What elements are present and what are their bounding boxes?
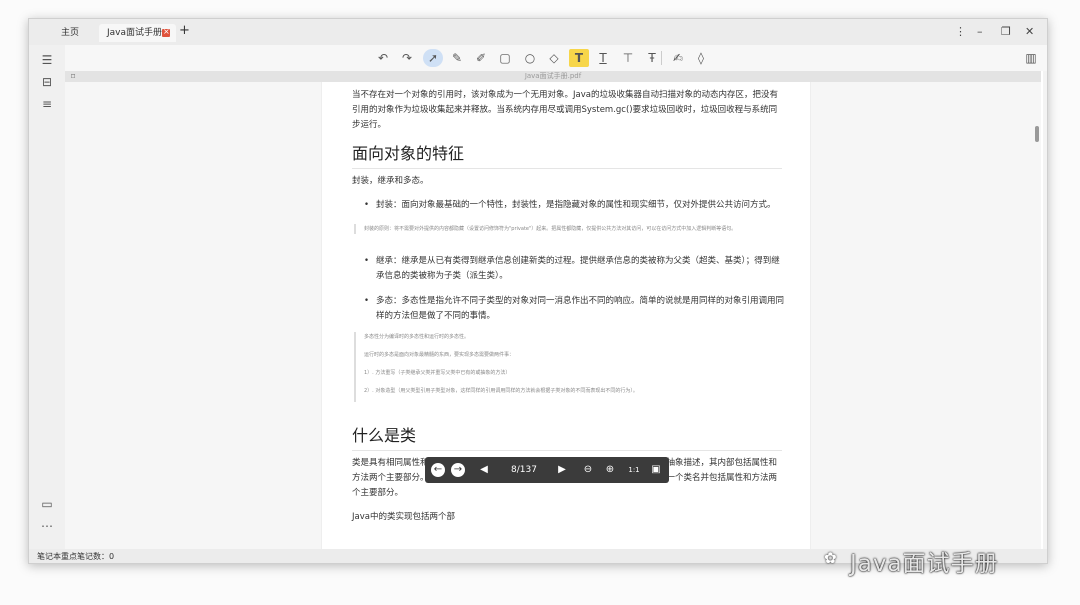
paragraph: Java中的类实现包括两个部 xyxy=(352,512,455,522)
circle-icon[interactable]: ○ xyxy=(520,49,540,67)
tree-icon[interactable]: ⊟ xyxy=(40,75,54,89)
more-icon[interactable]: ⋯ xyxy=(40,519,54,533)
menu-icon[interactable]: ⋮ xyxy=(955,24,966,40)
page-indicator[interactable]: 8/137 xyxy=(511,463,537,477)
sidebar-toggle-icon[interactable]: ▥ xyxy=(1021,49,1041,67)
tab-home[interactable]: 主页 xyxy=(61,24,79,42)
wechat-logo-icon: ✿ xyxy=(824,549,837,567)
signature-icon[interactable]: ✍ xyxy=(668,49,688,67)
toolbar-divider xyxy=(661,51,662,65)
list-item: 封装：面向对象最基础的一个特性，封装性，是指隐藏对象的属性和现实细节，仅对外提供… xyxy=(364,198,786,213)
fit-page-icon[interactable]: ▣ xyxy=(649,463,663,477)
section-heading: 什么是类 xyxy=(352,422,782,451)
annotation-toolbar: ↶ ↷ ➚ ✎ ✐ ▢ ○ ◇ T T ⊤ Ŧ ✍ ◊ ▥ xyxy=(29,45,1047,71)
polygon-icon[interactable]: ◇ xyxy=(544,49,564,67)
tab-bar: 主页 Java面试手册 + ⋮ – ❐ ✕ xyxy=(29,19,1047,45)
left-rail: ☰ ⊟ ≡ ▭ ⋯ xyxy=(29,45,65,549)
highlighter-icon[interactable]: ✐ xyxy=(471,49,491,67)
text-highlight-icon[interactable]: T xyxy=(569,49,589,67)
text-box-icon[interactable]: ⊤ xyxy=(618,49,638,67)
list-item: 多态：多态性是指允许不同子类型的对象对同一消息作出不同的响应。简单的说就是用同样… xyxy=(364,294,786,324)
tab-close-icon[interactable] xyxy=(162,23,170,41)
quote-line: 2）. 对象造型（用父类型引用子类型对象，这样同样的引用调用同样的方法就会根据子… xyxy=(364,388,638,394)
undo-icon[interactable]: ↶ xyxy=(373,49,393,67)
forward-icon[interactable]: → xyxy=(451,463,465,477)
next-page-icon[interactable]: ▶ xyxy=(555,463,569,477)
text-strike-icon[interactable]: Ŧ xyxy=(642,49,662,67)
document-header: ⌑ Java面试手册.pdf xyxy=(65,71,1041,82)
watermark: Java面试手册 xyxy=(850,551,999,577)
zoom-out-icon[interactable]: ⊖ xyxy=(581,463,595,477)
text-underline-icon[interactable]: T xyxy=(593,49,613,67)
blockquote: 封装的原则：将不需要对外提供的内容都隐藏（设置访问修饰符为"private"）起… xyxy=(354,224,780,234)
outline-icon[interactable]: ☰ xyxy=(40,53,54,67)
new-tab-button[interactable]: + xyxy=(179,22,190,40)
eraser-icon[interactable]: ◊ xyxy=(691,49,711,67)
blockquote: 多态性分为编译时的多态性和运行时的多态性。 运行时的多态是面向对象最精髓的东西，… xyxy=(354,332,780,402)
app-window: 主页 Java面试手册 + ⋮ – ❐ ✕ ↶ ↷ ➚ ✎ ✐ ▢ ○ ◇ T … xyxy=(28,18,1048,564)
quote-line: 多态性分为编译时的多态性和运行时的多态性。 xyxy=(364,334,470,340)
paragraph: 封装，继承和多态。 xyxy=(352,176,429,186)
quote-line: 1）. 方法重写（子类继承父类并重写父类中已有的或抽象的方法） xyxy=(364,370,511,376)
rectangle-icon[interactable]: ▢ xyxy=(495,49,515,67)
previous-page-icon[interactable]: ◀ xyxy=(477,463,491,477)
document-title: Java面试手册.pdf xyxy=(524,72,582,80)
zoom-in-icon[interactable]: ⊕ xyxy=(603,463,617,477)
restore-button[interactable]: ❐ xyxy=(1001,24,1011,40)
quote-line: 运行时的多态是面向对象最精髓的东西，要实现多态需要做两件事： xyxy=(364,352,515,358)
list-icon[interactable]: ≡ xyxy=(40,97,54,111)
close-window-button[interactable]: ✕ xyxy=(1025,24,1034,40)
actual-size-icon[interactable]: 1:1 xyxy=(627,463,641,477)
back-icon[interactable]: ← xyxy=(431,463,445,477)
list-item: 继承：继承是从已有类得到继承信息创建新类的过程。提供继承信息的类被称为父类（超类… xyxy=(364,254,786,284)
tab-document-label: Java面试手册 xyxy=(107,28,163,38)
page-navigation: ← → ◀ 8/137 ▶ ⊖ ⊕ 1:1 ▣ xyxy=(425,457,669,483)
paragraph: 当不存在对一个对象的引用时，该对象成为一个无用对象。Java的垃圾收集器自动扫描… xyxy=(352,90,778,130)
pen-icon[interactable]: ✎ xyxy=(447,49,467,67)
redo-icon[interactable]: ↷ xyxy=(397,49,417,67)
select-cursor-icon[interactable]: ➚ xyxy=(423,49,443,67)
minimize-button[interactable]: – xyxy=(977,24,983,40)
section-heading: 面向对象的特征 xyxy=(352,140,782,169)
scrollbar-thumb[interactable] xyxy=(1035,126,1039,142)
notebook-icon[interactable]: ▭ xyxy=(40,497,54,511)
tab-document[interactable]: Java面试手册 xyxy=(99,23,176,42)
